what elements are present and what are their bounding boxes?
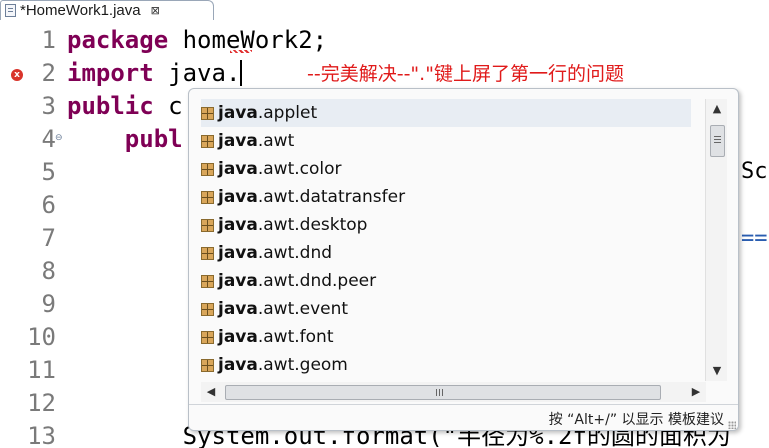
- line-number: 3: [41, 92, 56, 120]
- close-icon[interactable]: ⊠: [151, 4, 160, 17]
- proposal-label: java.awt.event: [218, 299, 348, 319]
- error-icon[interactable]: x: [11, 69, 23, 81]
- java-file-icon: [5, 4, 16, 17]
- content-assist-popup[interactable]: java.applet java.awt java.awt.color java.aw…: [188, 88, 739, 431]
- proposal-match: java: [218, 243, 258, 263]
- scroll-left-icon[interactable]: ◀: [201, 382, 221, 402]
- annotation-text: --完美解决--"."键上屏了第一行的问题: [307, 63, 624, 85]
- proposal-match: java: [218, 271, 258, 291]
- proposal-match: java: [218, 215, 258, 235]
- proposal-item[interactable]: java.awt.desktop: [201, 211, 691, 239]
- line-number: 9: [41, 290, 56, 318]
- line-number: 6: [41, 191, 56, 219]
- horizontal-scroll-thumb[interactable]: [225, 385, 661, 400]
- proposal-match: java: [218, 327, 258, 347]
- keyword-token: package: [67, 26, 169, 54]
- proposal-label: java.awt.dnd: [218, 243, 332, 263]
- proposal-label: java.awt.color: [218, 159, 342, 179]
- proposal-item[interactable]: java.awt.color: [201, 155, 691, 183]
- proposal-match: java: [218, 299, 258, 319]
- proposal-item[interactable]: java.awt.font: [201, 323, 691, 351]
- code-token: java.: [153, 59, 241, 87]
- proposal-rest: .awt.dnd.peer: [257, 271, 377, 291]
- line-number: 10: [27, 323, 56, 351]
- keyword-token: public: [67, 92, 154, 120]
- line-number: 12: [27, 389, 56, 417]
- proposal-label: java.awt: [218, 131, 294, 151]
- proposal-item[interactable]: java.awt.datatransfer: [201, 183, 691, 211]
- code-line[interactable]: 1 package homeWork2;: [0, 24, 769, 57]
- keyword-token: publ: [67, 125, 183, 153]
- horizontal-scrollbar[interactable]: ◀ ▶: [201, 382, 706, 402]
- proposal-match: java: [218, 103, 258, 123]
- line-number: 7: [41, 224, 56, 252]
- code-text: public c: [67, 90, 183, 123]
- scroll-right-icon[interactable]: ▶: [686, 382, 706, 402]
- line-number: 8: [41, 257, 56, 285]
- proposal-rest: .applet: [257, 103, 318, 123]
- proposal-rest: .awt.color: [257, 159, 342, 179]
- proposal-label: java.awt.geom: [218, 355, 348, 375]
- tab-homework1-java[interactable]: *HomeWork1.java ⊠: [0, 0, 214, 20]
- line-number: 1: [41, 26, 56, 54]
- popup-footer: 按 “Alt+/” 以显示 模板建议: [189, 404, 738, 430]
- code-peek-line7: ==: [741, 226, 768, 251]
- package-icon: [201, 330, 214, 344]
- proposal-rest: .awt.dnd: [257, 243, 333, 263]
- proposal-item[interactable]: java.awt.dnd.peer: [201, 267, 691, 295]
- package-icon: [201, 218, 214, 232]
- proposal-match: java: [218, 355, 258, 375]
- proposal-item[interactable]: java.awt.geom: [201, 351, 691, 379]
- code-text: import java.: [67, 57, 243, 90]
- fold-toggle-icon[interactable]: ⊖: [55, 133, 63, 143]
- proposal-label: java.applet: [218, 103, 317, 123]
- proposal-rest: .awt.desktop: [257, 215, 368, 235]
- vertical-scroll-thumb[interactable]: [710, 125, 725, 157]
- package-icon: [201, 162, 214, 176]
- proposal-rest: .awt.font: [257, 327, 334, 347]
- line-number: 13: [27, 422, 56, 448]
- proposal-rest: .awt.datatransfer: [257, 187, 406, 207]
- package-icon: [201, 190, 214, 204]
- proposal-rest: .awt.geom: [257, 355, 348, 375]
- proposal-label: java.awt.datatransfer: [218, 187, 405, 207]
- proposal-match: java: [218, 187, 258, 207]
- line-number: 5: [41, 158, 56, 186]
- proposal-match: java: [218, 159, 258, 179]
- scroll-up-icon[interactable]: ▲: [706, 99, 728, 119]
- proposal-label: java.awt.desktop: [218, 215, 367, 235]
- keyword-token: import: [67, 59, 154, 87]
- proposal-label: java.awt.font: [218, 327, 333, 347]
- package-icon: [201, 358, 214, 372]
- proposal-rest: .awt: [257, 131, 295, 151]
- proposal-match: java: [218, 131, 258, 151]
- code-text: package homeWork2;: [67, 24, 327, 57]
- resize-grip-icon[interactable]: [728, 421, 736, 429]
- tab-title: *HomeWork1.java: [20, 2, 141, 19]
- template-hint: 按 “Alt+/” 以显示 模板建议: [548, 412, 724, 428]
- proposal-label: java.awt.dnd.peer: [218, 271, 376, 291]
- vertical-scrollbar[interactable]: ▲ ▼: [705, 99, 727, 381]
- proposal-item[interactable]: java.awt.dnd: [201, 239, 691, 267]
- line-number: 11: [27, 356, 56, 384]
- proposal-item[interactable]: java.awt: [201, 127, 691, 155]
- package-icon: [201, 302, 214, 316]
- proposal-list[interactable]: java.applet java.awt java.awt.color java.aw…: [201, 99, 691, 379]
- proposal-rest: .awt.event: [257, 299, 349, 319]
- scroll-down-icon[interactable]: ▼: [706, 361, 728, 381]
- code-token: c: [153, 92, 183, 120]
- line-number: 4: [41, 125, 56, 153]
- package-icon: [201, 274, 214, 288]
- editor-tab-bar: *HomeWork1.java ⊠: [0, 0, 769, 20]
- proposal-item[interactable]: java.applet: [201, 99, 691, 127]
- text-caret: [240, 60, 243, 86]
- code-peek-line5: Sc: [741, 159, 768, 184]
- package-icon: [201, 106, 214, 120]
- error-squiggle: [230, 50, 252, 53]
- package-icon: [201, 246, 214, 260]
- code-text: publ: [67, 123, 183, 156]
- package-icon: [201, 134, 214, 148]
- proposal-item[interactable]: java.awt.event: [201, 295, 691, 323]
